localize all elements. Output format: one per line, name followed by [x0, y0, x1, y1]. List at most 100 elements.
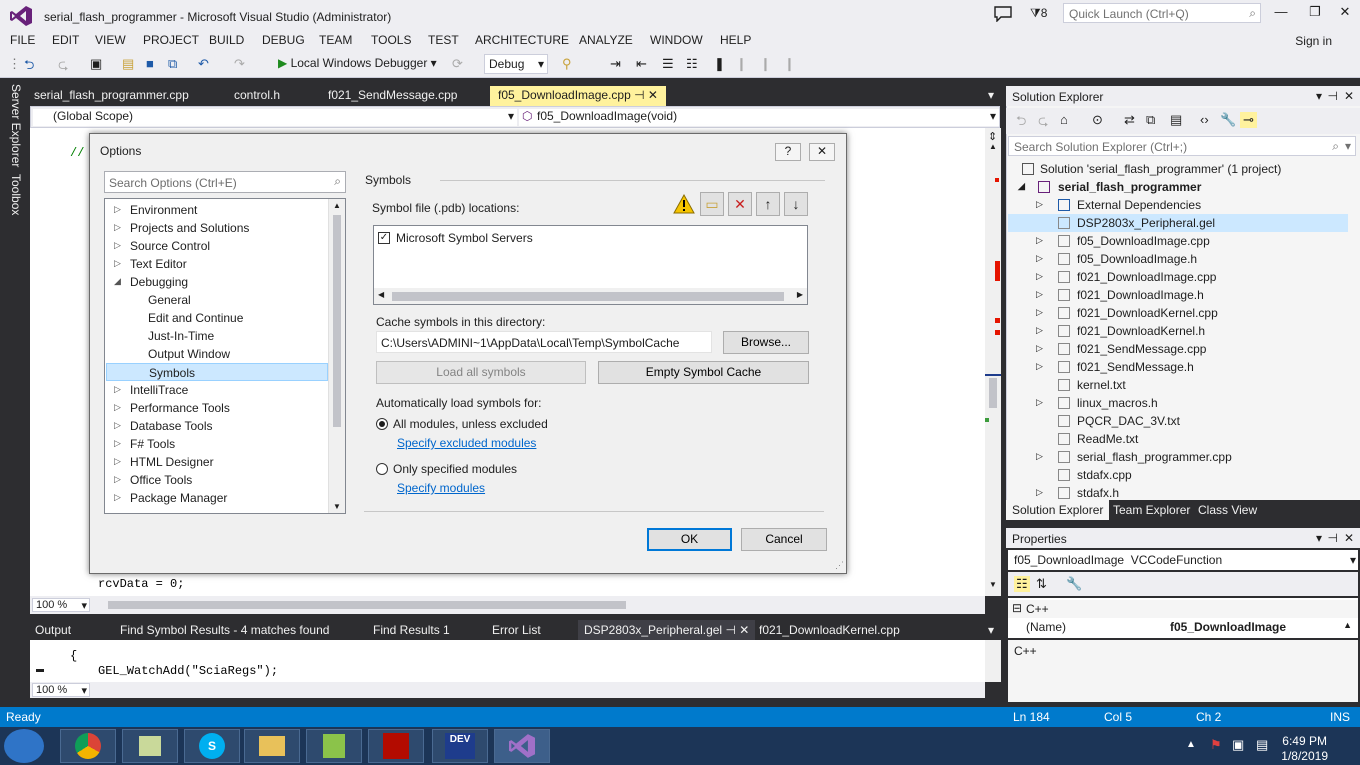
- radio-all-modules[interactable]: [376, 418, 388, 430]
- expand-arrow-icon[interactable]: ▷: [114, 384, 121, 395]
- expand-arrow-icon[interactable]: ▷: [114, 240, 121, 251]
- move-down-button[interactable]: ↓: [784, 192, 808, 216]
- history-icon[interactable]: ⊙: [1092, 112, 1103, 128]
- menu-analyze[interactable]: ANALYZE: [579, 33, 633, 47]
- menu-debug[interactable]: DEBUG: [262, 33, 305, 47]
- expand-arrow-icon[interactable]: ▷: [114, 456, 121, 467]
- save-all-icon[interactable]: ⧉: [168, 56, 177, 72]
- tab-find-symbol-results[interactable]: Find Symbol Results - 4 matches found: [120, 623, 329, 637]
- browse-button[interactable]: Browse...: [723, 331, 809, 354]
- menu-edit[interactable]: EDIT: [52, 33, 79, 47]
- options-tree-item[interactable]: ▷ IntelliTrace: [106, 381, 328, 399]
- bookmark-icon[interactable]: ❚: [714, 56, 725, 72]
- options-tree-item[interactable]: ▷ Performance Tools: [106, 399, 328, 417]
- options-tree-item[interactable]: ▷ Projects and Solutions: [106, 219, 328, 237]
- options-tree-item[interactable]: ▷ F# Tools: [106, 435, 328, 453]
- alphabetical-icon[interactable]: ⇅: [1036, 576, 1047, 592]
- menu-test[interactable]: TEST: [428, 33, 459, 47]
- categorized-icon[interactable]: ☷: [1014, 576, 1030, 592]
- tab-list-dropdown-icon[interactable]: ▾: [988, 623, 994, 637]
- options-tree-item[interactable]: ▷ HTML Designer: [106, 453, 328, 471]
- help-button[interactable]: ?: [775, 143, 801, 161]
- visual-studio-taskbar-button[interactable]: [494, 729, 550, 763]
- pin-icon[interactable]: ⊣: [634, 88, 644, 102]
- skype-taskbar-button[interactable]: S: [184, 729, 240, 763]
- expand-arrow-icon[interactable]: ▷: [1036, 289, 1043, 300]
- home-icon[interactable]: ⌂: [1060, 112, 1068, 127]
- find-icon[interactable]: ⚲: [562, 56, 572, 72]
- expand-arrow-icon[interactable]: ▷: [114, 438, 121, 449]
- tree-file-item[interactable]: ▷ f021_DownloadKernel.cpp: [1008, 304, 1348, 322]
- tree-file-item[interactable]: kernel.txt: [1008, 376, 1348, 394]
- cancel-button[interactable]: Cancel: [741, 528, 827, 551]
- pin-icon[interactable]: ⊣: [1328, 531, 1338, 545]
- options-tree-item[interactable]: ▷ Environment: [106, 201, 328, 219]
- panel-menu-icon[interactable]: ▾: [1316, 531, 1322, 545]
- close-tab-icon[interactable]: ✕: [648, 88, 658, 102]
- radio-only-specified[interactable]: [376, 463, 388, 475]
- expand-arrow-icon[interactable]: ▷: [1036, 361, 1043, 372]
- options-tree-item[interactable]: ▷ Package Manager: [106, 489, 328, 507]
- options-tree-item[interactable]: Symbols: [106, 363, 328, 381]
- file-taskbar-button[interactable]: [122, 729, 178, 763]
- indent-icon[interactable]: ⇤: [636, 56, 647, 72]
- scroll-up-icon[interactable]: ▲: [1343, 620, 1352, 630]
- scroll-up-icon[interactable]: ▲: [989, 142, 997, 151]
- start-button[interactable]: [4, 729, 44, 763]
- devexpress-taskbar-button[interactable]: DEV: [432, 729, 488, 763]
- close-tab-icon[interactable]: ✕: [739, 623, 749, 637]
- notepad-taskbar-button[interactable]: [306, 729, 362, 763]
- close-icon[interactable]: ✕: [1344, 531, 1354, 545]
- expand-arrow-icon[interactable]: ▷: [1036, 307, 1043, 318]
- options-tree-item[interactable]: ◢ Debugging: [106, 273, 328, 291]
- new-folder-button[interactable]: ▭: [700, 192, 724, 216]
- options-tree-item[interactable]: ▷ Office Tools: [106, 471, 328, 489]
- collapse-all-icon[interactable]: ⧉: [1146, 112, 1155, 128]
- tray-expand-icon[interactable]: ▲: [1186, 739, 1196, 750]
- menu-team[interactable]: TEAM: [319, 33, 352, 47]
- acrobat-taskbar-button[interactable]: [368, 729, 424, 763]
- tab-dsp2803x-peripheral-gel[interactable]: DSP2803x_Peripheral.gel ⊣ ✕: [578, 620, 756, 640]
- expand-arrow-icon[interactable]: ▷: [114, 258, 121, 269]
- tree-solution[interactable]: Solution 'serial_flash_programmer' (1 pr…: [1008, 160, 1348, 178]
- expand-arrow-icon[interactable]: ▷: [1036, 199, 1043, 210]
- expand-arrow-icon[interactable]: ▷: [1036, 271, 1043, 282]
- tray-network-icon[interactable]: ▤: [1256, 737, 1268, 753]
- cache-directory-input[interactable]: C:\Users\ADMINI~1\AppData\Local\Temp\Sym…: [376, 331, 712, 353]
- bottom-code-editor[interactable]: { GEL_WatchAdd("SciaRegs");: [30, 640, 985, 682]
- radio-all-modules-label[interactable]: All modules, unless excluded: [393, 417, 548, 431]
- tree-file-item[interactable]: ▷ f021_SendMessage.cpp: [1008, 340, 1348, 358]
- minimize-button[interactable]: —: [1266, 4, 1296, 24]
- expand-arrow-icon[interactable]: ▷: [114, 420, 121, 431]
- preview-icon[interactable]: ⊸: [1240, 112, 1257, 128]
- expand-arrow-icon[interactable]: ▷: [1036, 253, 1043, 264]
- tab-class-view[interactable]: Class View: [1198, 503, 1257, 517]
- expand-arrow-icon[interactable]: ▷: [1036, 451, 1043, 462]
- expand-arrow-icon[interactable]: ▷: [114, 402, 121, 413]
- options-tree-item[interactable]: ▷ Source Control: [106, 237, 328, 255]
- forward-icon[interactable]: ⮎: [58, 56, 68, 78]
- horizontal-scroll-thumb[interactable]: [108, 601, 626, 609]
- close-icon[interactable]: ✕: [1344, 89, 1354, 103]
- expand-arrow-icon[interactable]: ▷: [114, 204, 121, 215]
- properties-icon[interactable]: 🔧: [1220, 112, 1236, 128]
- expand-arrow-icon[interactable]: ▷: [1036, 235, 1043, 246]
- tab-list-dropdown-icon[interactable]: ▾: [988, 88, 994, 102]
- forward-icon[interactable]: ⮎: [1038, 112, 1048, 134]
- move-up-button[interactable]: ↑: [756, 192, 780, 216]
- prev-bookmark-icon[interactable]: ❙: [736, 56, 747, 72]
- collapse-icon[interactable]: ⊟: [1012, 601, 1022, 615]
- expand-arrow-icon[interactable]: ▷: [114, 492, 121, 503]
- tree-file-item[interactable]: ▷ serial_flash_programmer.cpp: [1008, 448, 1348, 466]
- options-tree-item[interactable]: Edit and Continue: [106, 309, 328, 327]
- uncomment-icon[interactable]: ☷: [686, 56, 698, 72]
- expand-arrow-icon[interactable]: ▷: [114, 474, 121, 485]
- redo-icon[interactable]: ↷: [234, 56, 245, 72]
- tab-f021-sendmessage-cpp[interactable]: f021_SendMessage.cpp: [328, 88, 457, 102]
- view-code-icon[interactable]: ‹›: [1200, 112, 1209, 127]
- tab-f05-downloadimage-cpp[interactable]: f05_DownloadImage.cpp ⊣ ✕: [490, 86, 666, 106]
- options-tree-item[interactable]: Just-In-Time: [106, 327, 328, 345]
- back-icon[interactable]: ⮌: [1016, 112, 1026, 134]
- solution-search-input[interactable]: Search Solution Explorer (Ctrl+;) ⌕ ▾: [1008, 136, 1356, 156]
- notification-icon[interactable]: [994, 6, 1012, 22]
